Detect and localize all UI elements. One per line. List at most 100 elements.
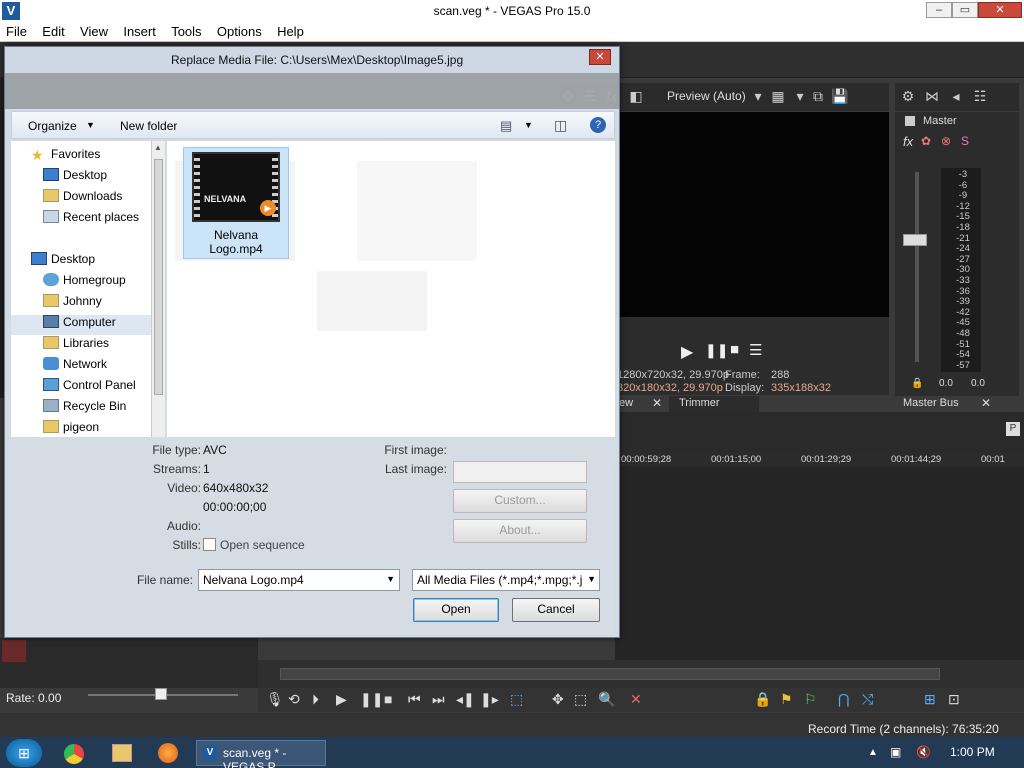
- go-to-start-icon[interactable]: ⏮: [408, 691, 421, 708]
- file-type-filter[interactable]: All Media Files (*.mp4;*.mpg;*.j ▼: [412, 569, 600, 591]
- solo-icon[interactable]: S: [961, 134, 969, 148]
- chevron-down-icon[interactable]: ▼: [587, 574, 596, 584]
- ignore-grouping-icon[interactable]: ⊡: [948, 691, 960, 708]
- nav-libraries[interactable]: Libraries: [43, 336, 109, 356]
- gear-icon[interactable]: ⚙: [897, 88, 919, 105]
- network-icon[interactable]: ▣: [890, 745, 901, 759]
- chevron-down-icon[interactable]: ▼: [524, 120, 533, 130]
- marker-icon[interactable]: ⚑: [780, 691, 793, 708]
- open-sequence-option[interactable]: Open sequence: [203, 538, 305, 552]
- fx-icon[interactable]: fx: [903, 134, 913, 149]
- horizontal-scrollbar[interactable]: [280, 668, 940, 680]
- open-sequence-checkbox[interactable]: [203, 538, 216, 551]
- menu-help[interactable]: Help: [271, 22, 310, 39]
- nav-favorites[interactable]: ★ Favorites: [31, 147, 100, 167]
- envelope-tool-icon[interactable]: ✥: [552, 691, 564, 708]
- rate-slider-handle[interactable]: [155, 688, 167, 700]
- view-options-icon[interactable]: ▤: [500, 118, 512, 134]
- loop-icon[interactable]: ⟲: [288, 691, 300, 708]
- menu-insert[interactable]: Insert: [117, 22, 162, 39]
- play-icon[interactable]: ▶: [681, 342, 693, 362]
- tab-master-bus[interactable]: Master Bus: [903, 397, 959, 409]
- minimize-button[interactable]: –: [926, 2, 952, 18]
- navigation-scrollbar[interactable]: ▲: [151, 141, 165, 437]
- selection-tool-icon[interactable]: ⬚: [574, 691, 587, 708]
- firefox-icon[interactable]: [158, 743, 178, 763]
- automation-icon[interactable]: ✿: [921, 134, 931, 148]
- open-button[interactable]: Open: [413, 598, 499, 622]
- delete-icon[interactable]: ✕: [630, 691, 642, 708]
- menu-options[interactable]: Options: [211, 22, 268, 39]
- nav-computer[interactable]: Computer: [11, 315, 155, 335]
- master-checkbox[interactable]: [905, 116, 915, 126]
- dialog-close-button[interactable]: ✕: [589, 49, 611, 65]
- nav-homegroup[interactable]: Homegroup: [43, 273, 126, 293]
- save-snapshot-icon[interactable]: 💾: [829, 88, 851, 105]
- snapping-icon[interactable]: ⋂: [838, 691, 849, 708]
- menu-edit[interactable]: Edit: [36, 22, 70, 39]
- grid-icon[interactable]: ▦: [767, 88, 789, 105]
- chevron-down-icon[interactable]: ▼: [86, 120, 95, 130]
- pause-icon[interactable]: ❚❚: [360, 691, 383, 708]
- lock-icon[interactable]: 🔒: [911, 378, 923, 389]
- nav-recent-places[interactable]: Recent places: [43, 210, 139, 230]
- clock[interactable]: 1:00 PM: [950, 745, 995, 759]
- preview-quality-select[interactable]: Preview (Auto): [667, 89, 746, 103]
- volume-fader[interactable]: [903, 234, 927, 246]
- volume-muted-icon[interactable]: 🔇: [916, 745, 931, 759]
- region-icon[interactable]: ⚐: [804, 691, 817, 708]
- dim-icon[interactable]: ◂: [945, 88, 967, 105]
- nav-desktop[interactable]: Desktop: [43, 168, 107, 188]
- record-icon[interactable]: 🎙: [266, 691, 284, 708]
- start-button[interactable]: ⊞: [6, 739, 42, 767]
- chevron-down-icon[interactable]: ▼: [386, 574, 395, 584]
- scroll-thumb[interactable]: [154, 159, 163, 395]
- menu-file[interactable]: File: [0, 22, 33, 39]
- scroll-up-icon[interactable]: ▲: [154, 143, 162, 152]
- menu-view[interactable]: View: [74, 22, 114, 39]
- last-image-field[interactable]: [453, 461, 587, 483]
- mixer-settings-icon[interactable]: ☷: [969, 88, 991, 105]
- close-button[interactable]: ✕: [978, 2, 1022, 18]
- organize-button[interactable]: Organize: [28, 119, 77, 133]
- auto-ripple-icon[interactable]: ⤭: [862, 691, 873, 708]
- downmix-icon[interactable]: ⋈: [921, 88, 943, 105]
- next-frame-icon[interactable]: ❚▸: [480, 691, 499, 708]
- about-button[interactable]: About...: [453, 519, 587, 543]
- taskbar-vegas-item[interactable]: V scan.veg * - VEGAS P...: [196, 740, 326, 768]
- normal-edit-tool-icon[interactable]: ⬚: [510, 691, 523, 708]
- mute-icon[interactable]: ⊗: [941, 134, 951, 148]
- cancel-button[interactable]: Cancel: [512, 598, 600, 622]
- nav-recycle-bin[interactable]: Recycle Bin: [43, 399, 126, 419]
- nav-johnny[interactable]: Johnny: [43, 294, 102, 314]
- menu-icon[interactable]: ☰: [749, 341, 762, 359]
- close-icon[interactable]: ✕: [981, 396, 991, 410]
- close-icon[interactable]: ✕: [652, 396, 662, 410]
- pin-icon[interactable]: P: [1006, 422, 1020, 436]
- help-icon[interactable]: ?: [590, 117, 606, 133]
- play-from-start-icon[interactable]: ⏵: [312, 691, 319, 708]
- go-to-end-icon[interactable]: ⏭: [432, 691, 445, 708]
- zoom-tool-icon[interactable]: 🔍: [598, 691, 615, 708]
- menu-tools[interactable]: Tools: [165, 22, 207, 39]
- copy-snapshot-icon[interactable]: ⧉: [807, 88, 829, 105]
- timeline-tracks[interactable]: [615, 466, 1024, 660]
- chevron-down-icon[interactable]: ▾: [747, 88, 769, 105]
- stop-icon[interactable]: ■: [730, 341, 739, 358]
- show-hidden-icons[interactable]: ▲: [868, 747, 878, 758]
- pause-icon[interactable]: ❚❚: [705, 342, 728, 359]
- tab-video-preview[interactable]: ew: [619, 397, 633, 409]
- nav-control-panel[interactable]: Control Panel: [43, 378, 136, 398]
- preview-pane-icon[interactable]: ◫: [554, 117, 567, 134]
- new-folder-button[interactable]: New folder: [120, 119, 177, 133]
- stop-icon[interactable]: ■: [384, 691, 392, 707]
- lock-icon[interactable]: 🔒: [754, 691, 771, 708]
- nav-network[interactable]: Network: [43, 357, 107, 377]
- nav-pigeon[interactable]: pigeon: [43, 420, 99, 440]
- nav-desktop-root[interactable]: Desktop: [31, 252, 95, 272]
- file-item-nelvana-logo[interactable]: NELVANA ▶ Nelvana Logo.mp4: [183, 147, 289, 259]
- custom-button[interactable]: Custom...: [453, 489, 587, 513]
- file-explorer-icon[interactable]: [112, 744, 132, 762]
- lock-envelopes-icon[interactable]: ⊞: [924, 691, 936, 708]
- prev-frame-icon[interactable]: ◂❚: [456, 691, 475, 708]
